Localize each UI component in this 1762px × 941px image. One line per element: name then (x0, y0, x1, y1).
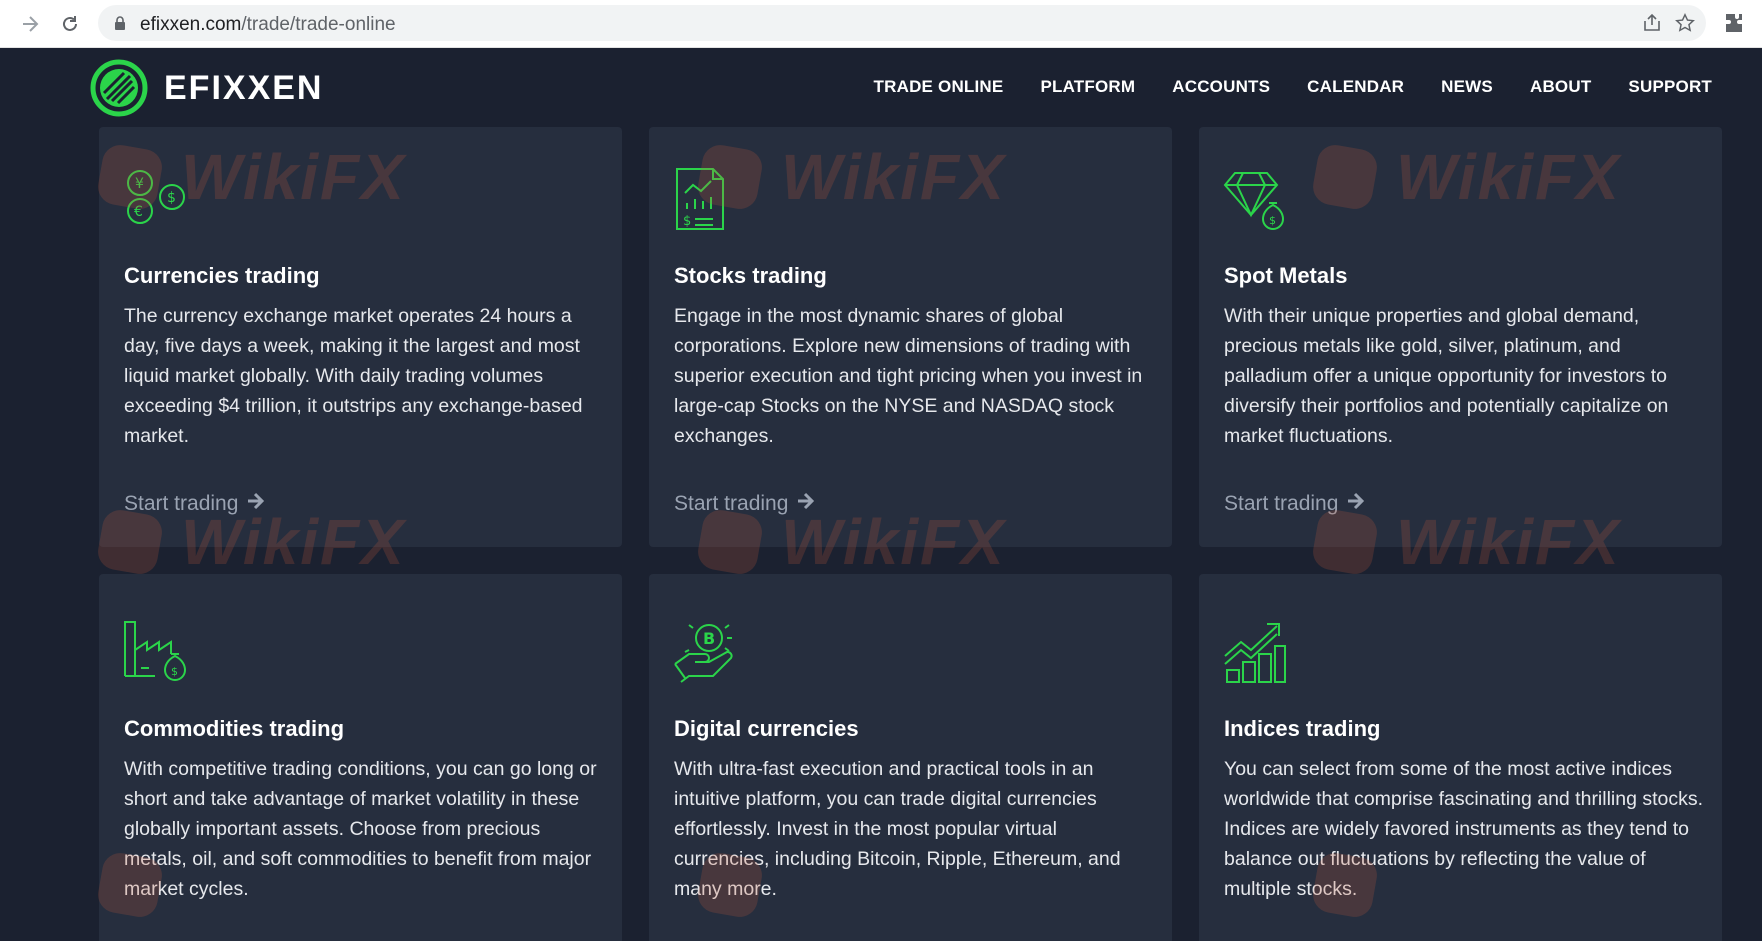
svg-text:¥: ¥ (135, 176, 144, 192)
card-description: The currency exchange market operates 24… (124, 305, 583, 447)
url-domain: efixxen.com (140, 14, 242, 35)
nav-calendar[interactable]: CALENDAR (1307, 77, 1404, 97)
card-title: Stocks trading (674, 263, 827, 288)
reload-icon[interactable] (56, 10, 84, 38)
logo-text: EFIXXEN (164, 68, 324, 107)
svg-text:$: $ (683, 214, 691, 229)
card-description: Engage in the most dynamic shares of glo… (674, 305, 1143, 447)
cta-label: Start trading (124, 492, 239, 515)
site-header: EFIXXEN TRADE ONLINE PLATFORM ACCOUNTS C… (0, 48, 1762, 127)
cta-label: Start trading (1224, 492, 1339, 515)
currency-coins-icon: ¥ € $ (123, 167, 189, 236)
arrow-right-icon (796, 491, 816, 517)
url-path: /trade/trade-online (241, 14, 396, 35)
browser-toolbar: efixxen.com/trade/trade-online (0, 0, 1762, 48)
start-trading-link[interactable]: Start trading (1224, 491, 1366, 517)
arrow-right-icon (246, 491, 266, 517)
main-nav: TRADE ONLINE PLATFORM ACCOUNTS CALENDAR … (874, 77, 1712, 97)
cta-label: Start trading (674, 492, 789, 515)
card-description: With their unique properties and global … (1224, 305, 1669, 447)
svg-text:$: $ (167, 190, 176, 206)
nav-news[interactable]: NEWS (1441, 77, 1493, 97)
stock-report-icon: $ (673, 167, 727, 236)
card-title: Spot Metals (1224, 263, 1348, 288)
extensions-puzzle-icon[interactable] (1722, 11, 1746, 40)
address-bar[interactable]: efixxen.com/trade/trade-online (98, 5, 1706, 41)
card-stocks: $ Stocks trading Engage in the most dyna… (649, 127, 1172, 547)
share-icon[interactable] (1642, 13, 1662, 38)
lock-icon[interactable] (114, 16, 126, 36)
svg-text:$: $ (171, 665, 178, 678)
svg-text:B: B (703, 629, 715, 648)
bitcoin-hand-icon: B (673, 620, 739, 689)
arrow-right-icon (1346, 491, 1366, 517)
card-currencies: ¥ € $ Currencies trading The currency ex… (99, 127, 622, 547)
url-text: efixxen.com/trade/trade-online (140, 14, 396, 36)
card-title: Commodities trading (124, 716, 345, 741)
svg-text:€: € (134, 204, 143, 220)
card-description: With ultra-fast execution and practical … (674, 758, 1121, 900)
nav-about[interactable]: ABOUT (1530, 77, 1591, 97)
card-title: Digital currencies (674, 716, 859, 741)
card-spot-metals: $ Spot Metals With their unique properti… (1199, 127, 1722, 547)
card-indices: Indices trading You can select from some… (1199, 574, 1722, 941)
svg-text:$: $ (1269, 214, 1276, 227)
card-commodities: $ Commodities trading With competitive t… (99, 574, 622, 941)
nav-accounts[interactable]: ACCOUNTS (1172, 77, 1270, 97)
card-description: You can select from some of the most act… (1224, 758, 1704, 900)
bookmark-star-icon[interactable] (1674, 12, 1696, 39)
start-trading-link[interactable]: Start trading (124, 491, 266, 517)
card-title: Currencies trading (124, 263, 320, 288)
nav-platform[interactable]: PLATFORM (1040, 77, 1135, 97)
back-arrow-icon[interactable] (16, 10, 44, 38)
efixxen-logo-icon (90, 59, 148, 117)
growth-chart-icon (1223, 620, 1289, 689)
card-digital-currencies: B Digital currencies With ultra-fast exe… (649, 574, 1172, 941)
card-description: With competitive trading conditions, you… (124, 758, 597, 900)
card-title: Indices trading (1224, 716, 1381, 741)
nav-trade-online[interactable]: TRADE ONLINE (874, 77, 1004, 97)
start-trading-link[interactable]: Start trading (674, 491, 816, 517)
factory-moneybag-icon: $ (123, 620, 189, 689)
site-logo[interactable]: EFIXXEN (90, 59, 323, 117)
diamond-moneybag-icon: $ (1223, 167, 1289, 236)
nav-support[interactable]: SUPPORT (1628, 77, 1712, 97)
